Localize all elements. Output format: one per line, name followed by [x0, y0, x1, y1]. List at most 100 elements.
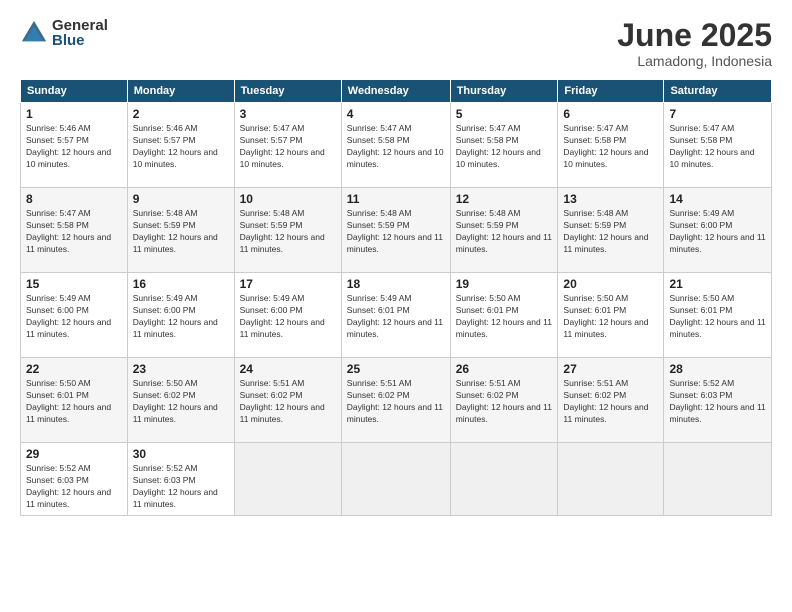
day-info: Sunrise: 5:47 AMSunset: 5:58 PMDaylight:… — [669, 123, 754, 169]
day-info: Sunrise: 5:50 AMSunset: 6:01 PMDaylight:… — [456, 293, 552, 339]
table-cell: 6 Sunrise: 5:47 AMSunset: 5:58 PMDayligh… — [558, 103, 664, 188]
table-cell — [664, 443, 772, 516]
day-number: 7 — [669, 107, 766, 121]
day-info: Sunrise: 5:46 AMSunset: 5:57 PMDaylight:… — [26, 123, 111, 169]
day-number: 13 — [563, 192, 658, 206]
table-cell — [450, 443, 558, 516]
table-cell — [341, 443, 450, 516]
table-cell: 4 Sunrise: 5:47 AMSunset: 5:58 PMDayligh… — [341, 103, 450, 188]
col-wednesday: Wednesday — [341, 80, 450, 103]
day-number: 12 — [456, 192, 553, 206]
table-cell: 15 Sunrise: 5:49 AMSunset: 6:00 PMDaylig… — [21, 273, 128, 358]
day-info: Sunrise: 5:50 AMSunset: 6:02 PMDaylight:… — [133, 378, 218, 424]
header-row: Sunday Monday Tuesday Wednesday Thursday… — [21, 80, 772, 103]
day-info: Sunrise: 5:47 AMSunset: 5:58 PMDaylight:… — [347, 123, 444, 169]
day-info: Sunrise: 5:50 AMSunset: 6:01 PMDaylight:… — [669, 293, 765, 339]
table-cell — [234, 443, 341, 516]
day-number: 24 — [240, 362, 336, 376]
col-sunday: Sunday — [21, 80, 128, 103]
day-number: 1 — [26, 107, 122, 121]
day-number: 22 — [26, 362, 122, 376]
day-info: Sunrise: 5:46 AMSunset: 5:57 PMDaylight:… — [133, 123, 218, 169]
day-number: 6 — [563, 107, 658, 121]
table-cell: 27 Sunrise: 5:51 AMSunset: 6:02 PMDaylig… — [558, 358, 664, 443]
table-cell: 13 Sunrise: 5:48 AMSunset: 5:59 PMDaylig… — [558, 188, 664, 273]
day-number: 3 — [240, 107, 336, 121]
day-info: Sunrise: 5:47 AMSunset: 5:58 PMDaylight:… — [563, 123, 648, 169]
day-info: Sunrise: 5:47 AMSunset: 5:58 PMDaylight:… — [26, 208, 111, 254]
table-cell: 14 Sunrise: 5:49 AMSunset: 6:00 PMDaylig… — [664, 188, 772, 273]
day-info: Sunrise: 5:51 AMSunset: 6:02 PMDaylight:… — [240, 378, 325, 424]
table-cell: 9 Sunrise: 5:48 AMSunset: 5:59 PMDayligh… — [127, 188, 234, 273]
day-info: Sunrise: 5:47 AMSunset: 5:58 PMDaylight:… — [456, 123, 541, 169]
table-cell — [558, 443, 664, 516]
table-cell: 16 Sunrise: 5:49 AMSunset: 6:00 PMDaylig… — [127, 273, 234, 358]
day-number: 27 — [563, 362, 658, 376]
day-number: 5 — [456, 107, 553, 121]
day-info: Sunrise: 5:49 AMSunset: 6:00 PMDaylight:… — [240, 293, 325, 339]
table-cell: 26 Sunrise: 5:51 AMSunset: 6:02 PMDaylig… — [450, 358, 558, 443]
day-number: 17 — [240, 277, 336, 291]
day-number: 30 — [133, 447, 229, 461]
logo-blue-text: Blue — [52, 33, 108, 48]
day-number: 25 — [347, 362, 445, 376]
logo-text: General Blue — [52, 18, 108, 48]
day-info: Sunrise: 5:50 AMSunset: 6:01 PMDaylight:… — [563, 293, 648, 339]
col-tuesday: Tuesday — [234, 80, 341, 103]
day-info: Sunrise: 5:47 AMSunset: 5:57 PMDaylight:… — [240, 123, 325, 169]
table-cell: 28 Sunrise: 5:52 AMSunset: 6:03 PMDaylig… — [664, 358, 772, 443]
day-info: Sunrise: 5:48 AMSunset: 5:59 PMDaylight:… — [563, 208, 648, 254]
day-info: Sunrise: 5:52 AMSunset: 6:03 PMDaylight:… — [669, 378, 765, 424]
day-number: 29 — [26, 447, 122, 461]
day-number: 16 — [133, 277, 229, 291]
day-number: 20 — [563, 277, 658, 291]
day-number: 9 — [133, 192, 229, 206]
day-number: 26 — [456, 362, 553, 376]
table-cell: 12 Sunrise: 5:48 AMSunset: 5:59 PMDaylig… — [450, 188, 558, 273]
day-info: Sunrise: 5:52 AMSunset: 6:03 PMDaylight:… — [133, 463, 218, 509]
day-info: Sunrise: 5:48 AMSunset: 5:59 PMDaylight:… — [133, 208, 218, 254]
day-info: Sunrise: 5:51 AMSunset: 6:02 PMDaylight:… — [347, 378, 443, 424]
day-number: 28 — [669, 362, 766, 376]
day-number: 19 — [456, 277, 553, 291]
logo-general-text: General — [52, 18, 108, 33]
day-number: 23 — [133, 362, 229, 376]
day-number: 14 — [669, 192, 766, 206]
col-saturday: Saturday — [664, 80, 772, 103]
day-number: 8 — [26, 192, 122, 206]
col-friday: Friday — [558, 80, 664, 103]
table-cell: 20 Sunrise: 5:50 AMSunset: 6:01 PMDaylig… — [558, 273, 664, 358]
day-info: Sunrise: 5:52 AMSunset: 6:03 PMDaylight:… — [26, 463, 111, 509]
header-area: General Blue June 2025 Lamadong, Indones… — [20, 18, 772, 69]
month-title: June 2025 — [617, 18, 772, 53]
day-info: Sunrise: 5:50 AMSunset: 6:01 PMDaylight:… — [26, 378, 111, 424]
day-info: Sunrise: 5:49 AMSunset: 6:00 PMDaylight:… — [26, 293, 111, 339]
page: General Blue June 2025 Lamadong, Indones… — [0, 0, 792, 612]
table-cell: 21 Sunrise: 5:50 AMSunset: 6:01 PMDaylig… — [664, 273, 772, 358]
table-cell: 5 Sunrise: 5:47 AMSunset: 5:58 PMDayligh… — [450, 103, 558, 188]
calendar-table: Sunday Monday Tuesday Wednesday Thursday… — [20, 79, 772, 516]
day-info: Sunrise: 5:49 AMSunset: 6:01 PMDaylight:… — [347, 293, 443, 339]
table-cell: 29 Sunrise: 5:52 AMSunset: 6:03 PMDaylig… — [21, 443, 128, 516]
day-number: 11 — [347, 192, 445, 206]
col-thursday: Thursday — [450, 80, 558, 103]
day-info: Sunrise: 5:48 AMSunset: 5:59 PMDaylight:… — [347, 208, 443, 254]
table-cell: 17 Sunrise: 5:49 AMSunset: 6:00 PMDaylig… — [234, 273, 341, 358]
day-info: Sunrise: 5:49 AMSunset: 6:00 PMDaylight:… — [133, 293, 218, 339]
day-info: Sunrise: 5:51 AMSunset: 6:02 PMDaylight:… — [563, 378, 648, 424]
day-number: 10 — [240, 192, 336, 206]
day-number: 2 — [133, 107, 229, 121]
table-cell: 18 Sunrise: 5:49 AMSunset: 6:01 PMDaylig… — [341, 273, 450, 358]
day-info: Sunrise: 5:49 AMSunset: 6:00 PMDaylight:… — [669, 208, 765, 254]
day-info: Sunrise: 5:48 AMSunset: 5:59 PMDaylight:… — [240, 208, 325, 254]
location: Lamadong, Indonesia — [617, 53, 772, 69]
table-cell: 19 Sunrise: 5:50 AMSunset: 6:01 PMDaylig… — [450, 273, 558, 358]
table-cell: 2 Sunrise: 5:46 AMSunset: 5:57 PMDayligh… — [127, 103, 234, 188]
day-info: Sunrise: 5:48 AMSunset: 5:59 PMDaylight:… — [456, 208, 552, 254]
title-area: June 2025 Lamadong, Indonesia — [617, 18, 772, 69]
logo-icon — [20, 19, 48, 47]
day-number: 18 — [347, 277, 445, 291]
table-cell: 23 Sunrise: 5:50 AMSunset: 6:02 PMDaylig… — [127, 358, 234, 443]
table-cell: 10 Sunrise: 5:48 AMSunset: 5:59 PMDaylig… — [234, 188, 341, 273]
col-monday: Monday — [127, 80, 234, 103]
